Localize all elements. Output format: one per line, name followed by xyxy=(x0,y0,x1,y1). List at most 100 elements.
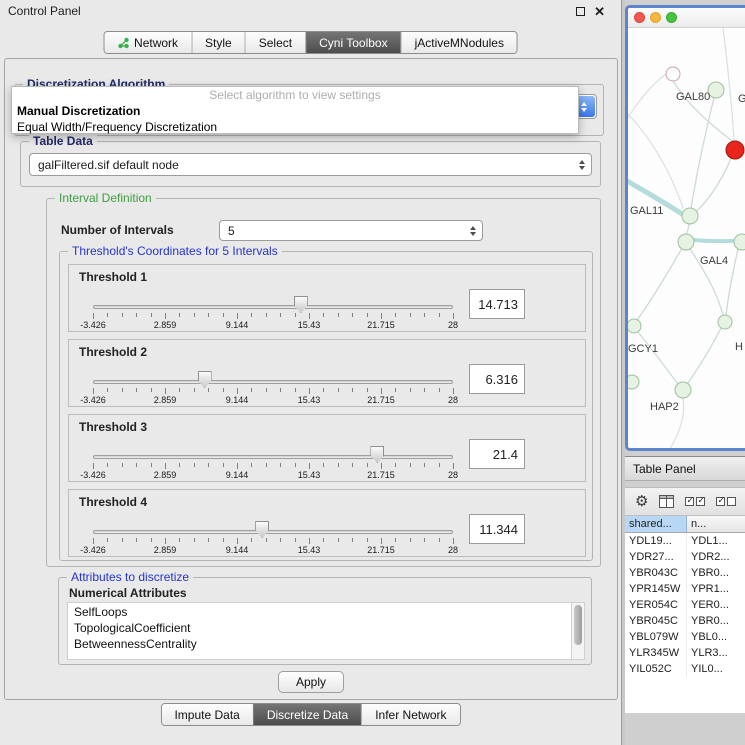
network-node[interactable] xyxy=(734,234,745,250)
tick-mark xyxy=(280,388,281,392)
tab-cyni-toolbox[interactable]: Cyni Toolbox xyxy=(305,32,400,53)
table-row[interactable]: YBR045CYBR0... xyxy=(625,613,745,629)
tick-mark xyxy=(107,463,108,467)
network-node-selected[interactable] xyxy=(726,141,744,159)
close-icon[interactable]: ✕ xyxy=(594,5,605,18)
slider-thumb[interactable] xyxy=(294,296,308,313)
tab-label: Network xyxy=(134,36,178,50)
column-header-0[interactable]: shared... xyxy=(625,516,687,533)
tick-mark xyxy=(179,538,180,542)
table-row[interactable]: YER054CYER0... xyxy=(625,597,745,613)
table-row[interactable]: YLR345WYLR3... xyxy=(625,645,745,661)
network-node[interactable] xyxy=(666,67,680,81)
attribute-item-selfloops[interactable]: SelfLoops xyxy=(74,604,571,620)
network-node[interactable] xyxy=(708,82,724,98)
combobox-placeholder: Select algorithm to view settings xyxy=(12,88,578,103)
deselect-checkbox-icon[interactable] xyxy=(716,497,736,506)
table-row[interactable]: YPR145WYPR1... xyxy=(625,581,745,597)
close-traffic-light-icon[interactable] xyxy=(634,12,645,23)
zoom-traffic-light-icon[interactable] xyxy=(666,12,677,23)
slider-thumb[interactable] xyxy=(198,371,212,388)
tick-mark xyxy=(179,313,180,317)
slider-thumb[interactable] xyxy=(255,521,269,538)
threshold-slider[interactable]: -3.4262.8599.14415.4321.71528 xyxy=(93,265,453,333)
tick-mark xyxy=(151,463,152,467)
tick-mark xyxy=(122,538,123,542)
node-label-gal11: GAL11 xyxy=(630,205,663,217)
panel-title: Control Panel xyxy=(8,4,81,18)
tick-mark xyxy=(439,463,440,467)
threshold-value-field[interactable]: 21.4 xyxy=(469,439,525,469)
tab-infer-network[interactable]: Infer Network xyxy=(361,704,459,725)
number-of-intervals-label: Number of Intervals xyxy=(61,223,174,237)
tick-mark xyxy=(338,538,339,542)
table-row[interactable]: YDR27...YDR2... xyxy=(625,549,745,565)
tick-mark xyxy=(223,388,224,392)
network-node[interactable] xyxy=(682,208,698,224)
table-panel-header[interactable]: Table Panel xyxy=(625,456,745,481)
column-header-1[interactable]: n... xyxy=(687,516,745,533)
table-row[interactable]: YBR043CYBR0... xyxy=(625,565,745,581)
tab-select[interactable]: Select xyxy=(245,32,305,53)
tick-mark xyxy=(439,313,440,317)
network-node[interactable] xyxy=(675,382,691,398)
attribute-item-betweennesscentrality[interactable]: BetweennessCentrality xyxy=(74,636,571,652)
table-row[interactable]: YDL19...YDL1... xyxy=(625,533,745,549)
select-all-checkbox-icon[interactable] xyxy=(685,497,705,506)
numerical-attributes-list[interactable]: SelfLoopsTopologicalCoefficientBetweenne… xyxy=(67,602,585,660)
network-window-titlebar[interactable] xyxy=(628,8,745,28)
tick-mark xyxy=(237,388,238,394)
cyni-toolbox-panel: Discretization Algorithm Select algorith… xyxy=(4,58,618,700)
number-of-intervals-combobox[interactable]: 5 xyxy=(219,220,483,241)
attribute-item-topologicalcoefficient[interactable]: TopologicalCoefficient xyxy=(74,620,571,636)
tick-mark xyxy=(251,463,252,467)
minimize-traffic-light-icon[interactable] xyxy=(650,12,661,23)
network-node[interactable] xyxy=(718,315,732,329)
slider-track xyxy=(93,380,453,384)
table-row[interactable]: YIL052CYIL0... xyxy=(625,661,745,677)
algorithm-option-equal-width-frequency-discretization[interactable]: Equal Width/Frequency Discretization xyxy=(12,119,578,135)
table-cell: YLR3... xyxy=(687,645,745,661)
gear-icon[interactable]: ⚙ xyxy=(635,494,648,509)
float-icon[interactable] xyxy=(576,7,585,16)
scrollbar-thumb[interactable] xyxy=(574,605,582,645)
tick-mark xyxy=(122,313,123,317)
tab-network[interactable]: Network xyxy=(104,32,191,53)
tick-mark xyxy=(323,538,324,542)
table-row[interactable]: YBL079WYBL0... xyxy=(625,629,745,645)
tab-discretize-data[interactable]: Discretize Data xyxy=(253,704,361,725)
table-data-combobox[interactable]: galFiltered.sif default node xyxy=(29,153,592,176)
tick-mark xyxy=(323,388,324,392)
network-node[interactable] xyxy=(678,234,694,250)
spinner-icon xyxy=(470,226,476,236)
threshold-slider[interactable]: -3.4262.8599.14415.4321.71528 xyxy=(93,340,453,408)
network-node[interactable] xyxy=(628,319,641,333)
network-node[interactable] xyxy=(628,375,639,389)
network-canvas[interactable]: GAL80GAGAL11GAL4GCY1HHAP2 xyxy=(628,28,745,451)
threshold-value-field[interactable]: 6.316 xyxy=(469,364,525,394)
columns-icon[interactable] xyxy=(659,495,674,508)
algorithm-option-manual-discretization[interactable]: Manual Discretization xyxy=(12,103,578,119)
tick-label: 2.859 xyxy=(154,395,177,405)
threshold-value-field[interactable]: 14.713 xyxy=(469,289,525,319)
tick-mark xyxy=(309,313,310,319)
tick-mark xyxy=(381,388,382,394)
tick-label: 2.859 xyxy=(154,470,177,480)
tab-style[interactable]: Style xyxy=(191,32,245,53)
tick-mark xyxy=(93,313,94,319)
threshold-value-field[interactable]: 11.344 xyxy=(469,514,525,544)
threshold-slider[interactable]: -3.4262.8599.14415.4321.71528 xyxy=(93,490,453,558)
threshold-slider[interactable]: -3.4262.8599.14415.4321.71528 xyxy=(93,415,453,483)
spinner-icon xyxy=(579,160,585,170)
tick-mark xyxy=(266,463,267,467)
slider-thumb[interactable] xyxy=(370,446,384,463)
tab-jactivemnodules[interactable]: jActiveMNodules xyxy=(401,32,517,53)
tick-mark xyxy=(381,463,382,469)
apply-button[interactable]: Apply xyxy=(278,671,344,693)
tick-mark xyxy=(439,388,440,392)
scrollbar[interactable] xyxy=(571,603,584,659)
slider-ticks xyxy=(93,463,453,470)
tick-mark xyxy=(266,538,267,542)
table-cell: YBR043C xyxy=(625,565,687,581)
tab-impute-data[interactable]: Impute Data xyxy=(161,704,252,725)
